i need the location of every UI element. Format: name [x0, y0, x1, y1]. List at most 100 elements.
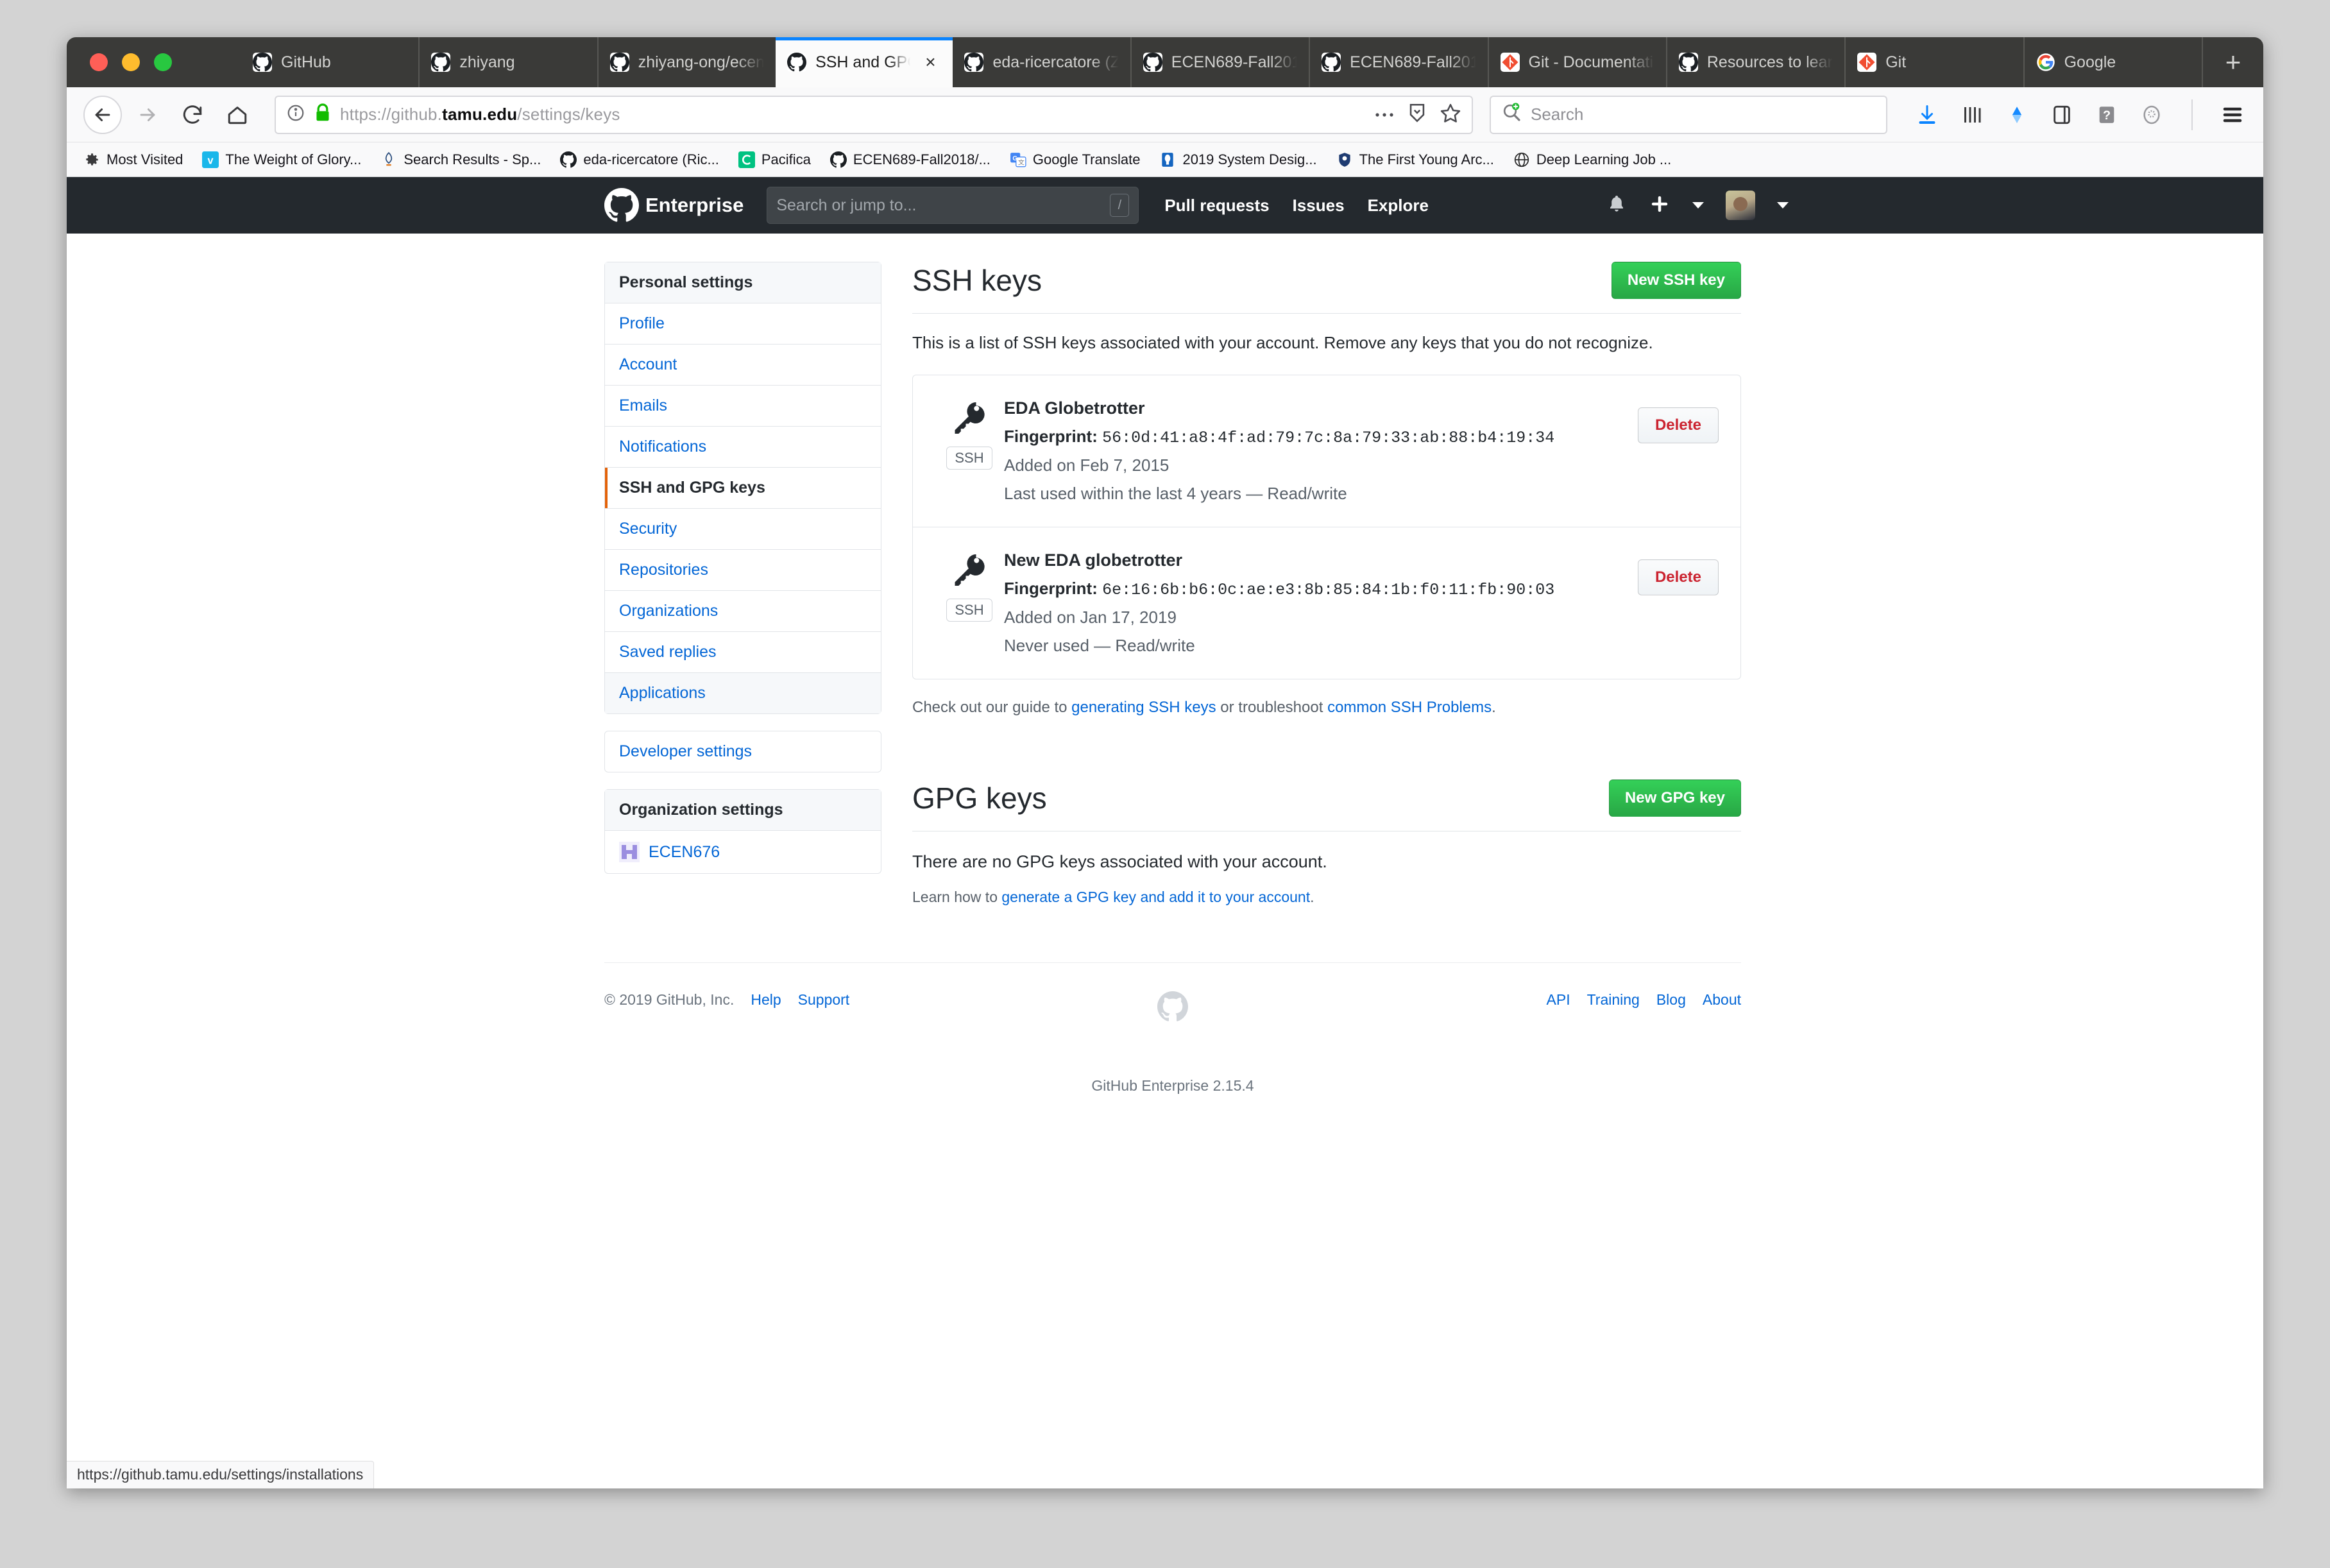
sidebar-item-ecen676[interactable]: ECEN676 — [605, 831, 881, 873]
ssh-key-row: SSH EDA Globetrotter Fingerprint: 56:0d:41… — [913, 375, 1740, 527]
downloads-icon[interactable] — [1913, 101, 1941, 129]
close-icon[interactable]: × — [919, 51, 941, 73]
footer-link-about[interactable]: About — [1703, 991, 1741, 1009]
close-window-button[interactable] — [90, 53, 108, 71]
sidebar-icon[interactable] — [2048, 101, 2076, 129]
new-tab-button[interactable]: + — [2202, 37, 2263, 87]
github-icon — [787, 53, 807, 72]
home-icon[interactable] — [218, 96, 257, 134]
plus-icon[interactable] — [1649, 193, 1671, 218]
browser-tab-active[interactable]: SSH and GPG k × — [776, 37, 953, 87]
sidebar-item-label: Notifications — [619, 438, 707, 456]
browser-tab[interactable]: Resources to learn — [1665, 37, 1844, 87]
footer-link-api[interactable]: API — [1547, 991, 1570, 1009]
account-icon[interactable] — [2138, 101, 2166, 129]
sidebar-item-emails[interactable]: Emails — [605, 386, 881, 427]
chevron-down-icon-account[interactable] — [1777, 202, 1789, 209]
sidebar-item-ssh-and-gpg-keys[interactable]: SSH and GPG keys — [605, 468, 881, 509]
footer-link-blog[interactable]: Blog — [1656, 991, 1686, 1009]
sidebar-item-label: Repositories — [619, 561, 708, 579]
search-input[interactable]: Search — [1490, 95, 1887, 134]
github-icon — [1322, 53, 1341, 72]
generating-ssh-keys-link[interactable]: generating SSH keys — [1071, 699, 1216, 716]
chevron-down-icon-create[interactable] — [1692, 202, 1704, 209]
forward-arrow-icon[interactable] — [128, 96, 167, 134]
bookmark-item[interactable]: Search Results - Sp... — [380, 151, 541, 168]
bookmark-item[interactable]: v The Weight of Glory... — [202, 151, 361, 168]
delete-ssh-key-button[interactable]: Delete — [1637, 407, 1719, 443]
reader-view-icon[interactable] — [1407, 102, 1427, 127]
shield-icon — [1336, 151, 1353, 168]
search-shortcut-badge: / — [1110, 194, 1130, 217]
footer-link-training[interactable]: Training — [1587, 991, 1640, 1009]
browser-tab[interactable]: Google — [2023, 37, 2202, 87]
gpg-keys-section: GPG keys New GPG key There are no GPG ke… — [912, 780, 1741, 906]
back-arrow-icon[interactable] — [83, 95, 122, 134]
star-icon[interactable] — [1440, 102, 1461, 127]
sidebar-item-repositories[interactable]: Repositories — [605, 550, 881, 591]
browser-tab[interactable]: ECEN689-Fall2018 — [1130, 37, 1309, 87]
maximize-window-button[interactable] — [154, 53, 172, 71]
sidebar-item-organizations[interactable]: Organizations — [605, 591, 881, 632]
key-icon-column: SSH — [935, 398, 1004, 504]
page-title: SSH keys — [912, 264, 1042, 297]
generate-gpg-key-link[interactable]: generate a GPG key and add it to your ac… — [1001, 889, 1310, 905]
bookmark-item[interactable]: The First Young Arc... — [1336, 151, 1494, 168]
browser-tab[interactable]: zhiyang — [418, 37, 597, 87]
sidebar-item-security[interactable]: Security — [605, 509, 881, 550]
library-icon[interactable] — [1958, 101, 1986, 129]
document-icon — [1159, 151, 1176, 168]
google-icon — [2036, 53, 2055, 72]
new-gpg-key-button[interactable]: New GPG key — [1608, 780, 1741, 817]
personal-settings-panel: Personal settings Profile Account Emails No… — [604, 262, 881, 714]
sidebar-item-applications[interactable]: Applications — [605, 673, 881, 713]
browser-tab[interactable]: zhiyang-ong/ecen — [597, 37, 776, 87]
ssh-help-prefix: Check out our guide to — [912, 699, 1072, 716]
google-translate-icon: G文 — [1010, 151, 1026, 168]
bookmark-item[interactable]: 2019 System Desig... — [1159, 151, 1317, 168]
tabs-container: GitHub zhiyang zhiyang-ong/ecen SSH and GPG… — [241, 37, 2202, 87]
browser-tab[interactable]: Git — [1844, 37, 2023, 87]
fingerprint-label: Fingerprint: — [1004, 427, 1098, 446]
common-ssh-problems-link[interactable]: common SSH Problems — [1327, 699, 1492, 716]
bookmark-item[interactable]: eda-ricercatore (Ric... — [560, 151, 719, 168]
browser-tab[interactable]: eda-ricercatore (Z — [953, 37, 1130, 87]
nav-pull-requests[interactable]: Pull requests — [1164, 196, 1269, 216]
nav-explore[interactable]: Explore — [1368, 196, 1429, 216]
bookmark-item[interactable]: Deep Learning Job ... — [1513, 151, 1671, 168]
browser-tab[interactable]: Git - Documentatio — [1487, 37, 1666, 87]
url-bar[interactable]: https://github.tamu.edu/settings/keys — [275, 95, 1473, 134]
sidebar-item-account[interactable]: Account — [605, 345, 881, 386]
minimize-window-button[interactable] — [122, 53, 140, 71]
sidebar-item-label: Organizations — [619, 602, 719, 620]
bookmark-item[interactable]: ECEN689-Fall2018/... — [829, 151, 991, 168]
sidebar-item-notifications[interactable]: Notifications — [605, 427, 881, 468]
ellipsis-icon[interactable] — [1374, 109, 1395, 121]
github-header: Enterprise Search or jump to... / Pull r… — [67, 177, 2263, 234]
sidebar-item-developer-settings[interactable]: Developer settings — [605, 731, 881, 772]
vimeo-icon: v — [202, 151, 219, 168]
help-icon[interactable]: ? — [2093, 101, 2121, 129]
bookmark-item[interactable]: G 文 Google Translate — [1010, 151, 1140, 168]
new-ssh-key-button[interactable]: New SSH key — [1611, 262, 1741, 299]
bookmark-item[interactable]: Pacifica — [738, 151, 811, 168]
bookmark-item[interactable]: Most Visited — [83, 151, 183, 168]
browser-tab[interactable]: GitHub — [241, 37, 418, 87]
nav-issues[interactable]: Issues — [1293, 196, 1345, 216]
github-mark-icon[interactable] — [604, 188, 639, 223]
sidebar-item-profile[interactable]: Profile — [605, 303, 881, 345]
browser-tab[interactable]: ECEN689-Fall2018 — [1309, 37, 1487, 87]
reload-icon[interactable] — [173, 96, 212, 134]
avatar[interactable] — [1726, 191, 1755, 220]
key-icon-column: SSH — [935, 550, 1004, 656]
notification-bell-icon[interactable] — [1606, 193, 1627, 218]
sidebar-item-saved-replies[interactable]: Saved replies — [605, 632, 881, 673]
delete-ssh-key-button[interactable]: Delete — [1637, 559, 1719, 595]
ssh-keys-header: SSH keys New SSH key — [912, 262, 1741, 314]
hamburger-menu-icon[interactable] — [2218, 101, 2247, 129]
github-search-input[interactable]: Search or jump to... / — [767, 187, 1139, 224]
page-info-icon[interactable] — [286, 103, 305, 126]
sync-icon[interactable] — [2003, 101, 2031, 129]
toolbar-icons: ? — [1894, 99, 2247, 130]
tab-label: ECEN689-Fall2018 — [1171, 53, 1298, 71]
